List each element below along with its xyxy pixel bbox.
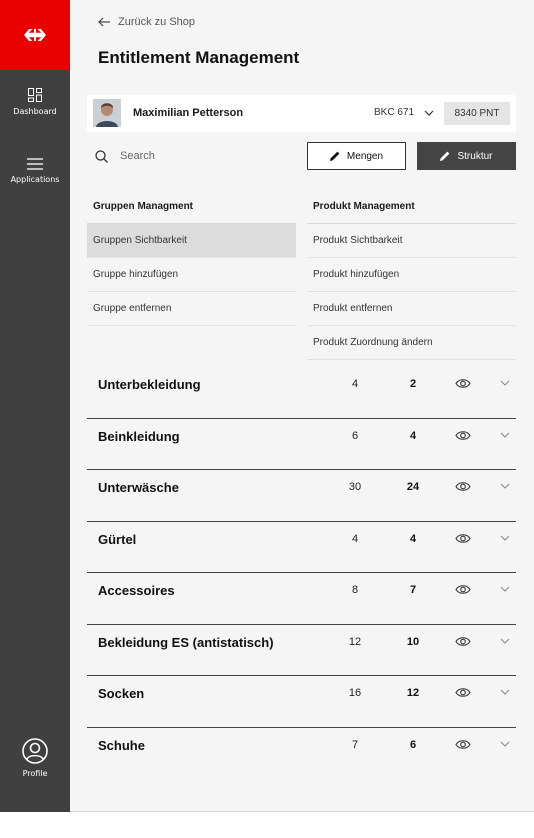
category-count: 7 xyxy=(351,738,359,751)
user-card: Maximilian Petterson BKC 671 8340 PNT xyxy=(87,95,516,132)
category-count: 4 xyxy=(351,532,359,545)
category-row[interactable]: Socken 16 12 xyxy=(87,676,516,728)
sidebar-item-label: Dashboard xyxy=(13,107,57,116)
pencil-icon xyxy=(329,151,340,161)
sidebar-item-label: Profile xyxy=(22,769,48,778)
category-quantity: 2 xyxy=(409,378,417,390)
produkt-zuordnung-item[interactable]: Produkt Zuordnung ändern xyxy=(307,326,516,360)
eye-icon[interactable] xyxy=(455,687,471,698)
category-count: 6 xyxy=(351,429,359,442)
user-photo xyxy=(93,99,121,127)
eye-icon[interactable] xyxy=(455,481,471,492)
dashboard-icon xyxy=(28,88,42,102)
avatar xyxy=(93,99,121,127)
user-name: Maximilian Petterson xyxy=(133,107,244,119)
eye-icon[interactable] xyxy=(455,739,471,750)
category-row[interactable]: Schuhe 7 6 xyxy=(87,728,516,780)
category-quantity: 4 xyxy=(409,429,417,442)
category-name: Beinkleidung xyxy=(98,428,180,444)
eye-icon[interactable] xyxy=(455,430,471,441)
produkt-hinzufuegen-item[interactable]: Produkt hinzufügen xyxy=(307,258,516,292)
chevron-down-icon[interactable] xyxy=(500,432,510,438)
gruppe-hinzufuegen-item[interactable]: Gruppe hinzufügen xyxy=(87,258,296,292)
search-bar xyxy=(87,142,287,170)
category-quantity: 10 xyxy=(406,635,420,648)
gruppen-management-heading: Gruppen Managment xyxy=(87,190,296,224)
produkt-management-panel: Produkt Management Produkt Sichtbarkeit … xyxy=(307,190,516,360)
category-row[interactable]: Unterwäsche 30 24 xyxy=(87,470,516,522)
category-name: Unterbekleidung xyxy=(98,377,201,392)
arrow-left-icon xyxy=(98,17,110,27)
chevron-down-icon[interactable] xyxy=(500,586,510,592)
category-row[interactable]: Unterbekleidung 4 2 xyxy=(87,367,516,419)
sidebar: Dashboard Applications Profile xyxy=(0,0,70,812)
back-link-label: Zurück zu Shop xyxy=(118,16,196,28)
category-name: Accessoires xyxy=(98,583,175,598)
chevron-down-icon[interactable] xyxy=(500,483,510,489)
eye-icon[interactable] xyxy=(455,378,471,389)
chevron-down-icon[interactable] xyxy=(500,380,510,386)
struktur-button-label: Struktur xyxy=(457,150,493,162)
category-count: 16 xyxy=(348,687,362,699)
sidebar-item-dashboard[interactable]: Dashboard xyxy=(0,88,70,116)
category-count: 30 xyxy=(348,481,362,493)
category-quantity: 4 xyxy=(409,532,417,545)
category-quantity: 12 xyxy=(406,687,420,699)
profile-icon xyxy=(22,738,48,764)
produkt-entfernen-item[interactable]: Produkt entfernen xyxy=(307,292,516,326)
account-dropdown[interactable]: BKC 671 xyxy=(374,107,434,118)
category-count: 4 xyxy=(351,378,359,390)
category-row[interactable]: Beinkleidung 6 4 xyxy=(87,419,516,470)
chevron-down-icon[interactable] xyxy=(500,741,510,747)
gruppen-sichtbarkeit-item[interactable]: Gruppen Sichtbarkeit xyxy=(87,224,296,258)
category-name: Socken xyxy=(98,686,145,701)
category-quantity: 7 xyxy=(409,584,417,596)
back-link[interactable]: Zurück zu Shop xyxy=(98,16,195,28)
sidebar-item-profile[interactable]: Profile xyxy=(0,738,70,778)
struktur-button[interactable]: Struktur xyxy=(417,142,516,170)
points-badge: 8340 PNT xyxy=(444,102,510,125)
app-frame: Dashboard Applications Profile Zurück zu xyxy=(0,0,534,812)
eye-icon[interactable] xyxy=(455,584,471,595)
search-icon xyxy=(95,149,108,163)
category-name: Unterwäsche xyxy=(98,480,179,495)
eye-icon[interactable] xyxy=(455,636,471,647)
search-input[interactable] xyxy=(120,150,270,162)
gruppe-entfernen-item[interactable]: Gruppe entfernen xyxy=(87,292,296,326)
eye-icon[interactable] xyxy=(455,533,471,544)
category-list: Unterbekleidung 4 2 Beinkleidung 6 4 Unt… xyxy=(87,367,516,779)
produkt-management-heading: Produkt Management xyxy=(307,190,516,224)
chevron-down-icon xyxy=(424,110,434,116)
mengen-button[interactable]: Mengen xyxy=(307,142,406,170)
account-value: BKC 671 xyxy=(374,107,415,118)
category-quantity: 24 xyxy=(406,481,420,493)
category-row[interactable]: Accessoires 8 7 xyxy=(87,573,516,625)
category-name: Gürtel xyxy=(98,531,137,547)
page-title: Entitlement Management xyxy=(98,48,300,67)
sidebar-item-label: Applications xyxy=(10,175,60,184)
sidebar-item-applications[interactable]: Applications xyxy=(0,158,70,184)
chevron-down-icon[interactable] xyxy=(500,535,510,541)
category-quantity: 6 xyxy=(409,738,417,751)
category-count: 8 xyxy=(351,584,359,596)
category-name: Schuhe xyxy=(98,737,145,753)
produkt-sichtbarkeit-item[interactable]: Produkt Sichtbarkeit xyxy=(307,224,516,258)
logo[interactable] xyxy=(0,0,70,70)
menu-icon xyxy=(27,158,43,170)
pencil-icon xyxy=(440,151,450,161)
sbb-logo-icon xyxy=(24,29,46,41)
category-row[interactable]: Bekleidung ES (antistatisch) 12 10 xyxy=(87,625,516,676)
category-count: 12 xyxy=(348,635,362,648)
chevron-down-icon[interactable] xyxy=(500,689,510,695)
chevron-down-icon[interactable] xyxy=(500,638,510,644)
category-row[interactable]: Gürtel 4 4 xyxy=(87,522,516,573)
mengen-button-label: Mengen xyxy=(346,150,384,162)
gruppen-management-panel: Gruppen Managment Gruppen Sichtbarkeit G… xyxy=(87,190,296,326)
category-name: Bekleidung ES (antistatisch) xyxy=(98,634,274,650)
